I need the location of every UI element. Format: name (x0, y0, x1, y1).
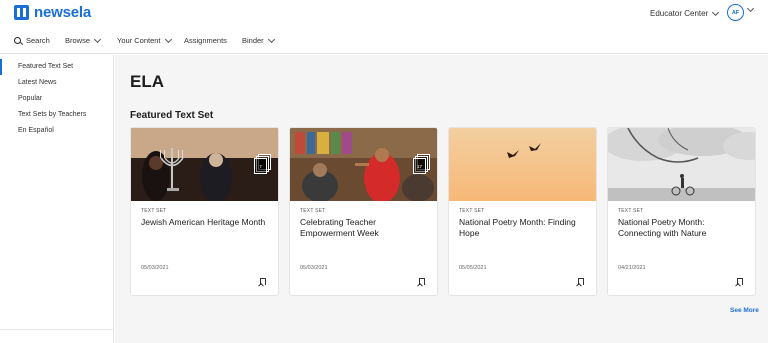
card-title[interactable]: National Poetry Month: Connecting with N… (618, 217, 748, 239)
card-title[interactable]: Jewish American Heritage Month (141, 217, 271, 228)
text-set-count-badge: 17 (413, 154, 430, 174)
educator-center-menu[interactable]: Educator Center (650, 8, 720, 18)
card-image (449, 128, 596, 201)
card-title[interactable]: Celebrating Teacher Empowerment Week (300, 217, 430, 239)
card-type: TEXT SET (618, 208, 644, 214)
text-set-card[interactable]: 17 TEXT SET Celebrating Teacher Empowerm… (289, 127, 438, 296)
sidebar-item-text-sets-by-teachers[interactable]: Text Sets by Teachers (0, 107, 113, 123)
see-more-link[interactable]: See More (730, 307, 759, 314)
card-date: 05/05/2021 (459, 265, 487, 271)
nav-assignments-label: Assignments (184, 36, 227, 45)
card-date: 05/03/2021 (300, 265, 328, 271)
educator-center-label: Educator Center (650, 9, 709, 18)
card-date: 05/03/2021 (141, 265, 169, 271)
sidebar-item-en-espanol[interactable]: En Español (0, 123, 113, 139)
nav-your-content-label: Your Content (117, 36, 161, 45)
search-icon (14, 37, 21, 44)
sidebar-divider (0, 329, 113, 330)
sidebar-item-popular[interactable]: Popular (0, 91, 113, 107)
bookmark-icon[interactable] (737, 278, 743, 285)
sidebar-item-featured-text-set[interactable]: Featured Text Set (0, 59, 113, 75)
nav-binder[interactable]: Binder (242, 35, 275, 45)
card-date: 04/21/2021 (618, 265, 646, 271)
nav-search-label: Search (26, 36, 50, 45)
main-content: ELA Featured Text Set 7 TEXT SET Jewish … (115, 55, 768, 343)
chevron-down-icon (712, 8, 720, 16)
newsela-logo[interactable]: newsela (14, 4, 91, 21)
text-set-card[interactable]: TEXT SET National Poetry Month: Connecti… (607, 127, 756, 296)
chevron-down-icon (93, 35, 102, 43)
card-image (608, 128, 755, 201)
bookmark-icon[interactable] (260, 278, 266, 285)
text-set-card[interactable]: 7 TEXT SET Jewish American Heritage Mont… (130, 127, 279, 296)
nav-search[interactable]: Search (14, 36, 50, 45)
text-set-count-badge: 7 (254, 154, 271, 174)
section-title: Featured Text Set (130, 110, 214, 121)
nav-your-content[interactable]: Your Content (117, 35, 172, 45)
text-set-count: 17 (413, 158, 426, 174)
page-title: ELA (130, 72, 164, 91)
nav-binder-label: Binder (242, 36, 264, 45)
bookmark-icon[interactable] (578, 278, 584, 285)
top-header: newsela Educator Center AF (0, 0, 768, 28)
chevron-down-icon (267, 35, 275, 43)
card-type: TEXT SET (141, 208, 167, 214)
chevron-down-icon[interactable] (746, 4, 755, 13)
card-title[interactable]: National Poetry Month: Finding Hope (459, 217, 589, 239)
card-type: TEXT SET (459, 208, 485, 214)
nav-assignments[interactable]: Assignments (184, 36, 227, 45)
sidebar: Featured Text Set Latest News Popular Te… (0, 55, 114, 343)
newsela-logo-icon (14, 5, 29, 20)
nav-browse[interactable]: Browse (65, 35, 102, 45)
sidebar-item-latest-news[interactable]: Latest News (0, 75, 113, 91)
main-nav: Search Browse Your Content Assignments B… (0, 28, 768, 54)
chevron-down-icon (164, 35, 172, 43)
nav-browse-label: Browse (65, 36, 91, 45)
text-set-card[interactable]: TEXT SET National Poetry Month: Finding … (448, 127, 597, 296)
bookmark-icon[interactable] (419, 278, 425, 285)
brand-name: newsela (34, 4, 91, 21)
text-set-count: 7 (254, 158, 267, 174)
card-type: TEXT SET (300, 208, 326, 214)
avatar[interactable]: AF (727, 4, 744, 21)
